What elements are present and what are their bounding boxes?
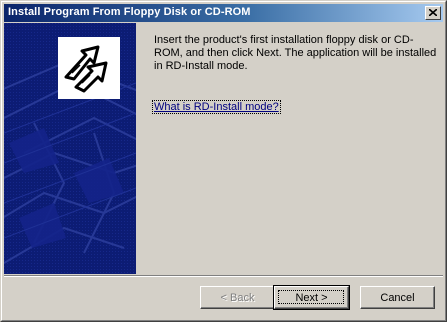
next-button-label: Next > — [295, 291, 328, 304]
wizard-side-panel — [4, 23, 136, 274]
dialog-window: Install Program From Floppy Disk or CD-R… — [0, 0, 447, 322]
cancel-button[interactable]: Cancel — [360, 286, 435, 309]
install-arrow-icon — [59, 38, 119, 98]
next-button[interactable]: Next > — [273, 285, 350, 310]
instruction-text: Insert the product's first installation … — [154, 34, 437, 72]
back-button[interactable]: < Back — [200, 286, 275, 309]
close-icon — [429, 9, 437, 16]
footer-divider — [4, 275, 443, 277]
window-title: Install Program From Floppy Disk or CD-R… — [8, 6, 251, 18]
rd-install-help-link[interactable]: What is RD-Install mode? — [152, 100, 281, 114]
install-logo — [58, 37, 120, 99]
title-bar[interactable]: Install Program From Floppy Disk or CD-R… — [4, 4, 443, 22]
wizard-content: Insert the product's first installation … — [136, 23, 444, 274]
close-button[interactable] — [425, 6, 441, 20]
